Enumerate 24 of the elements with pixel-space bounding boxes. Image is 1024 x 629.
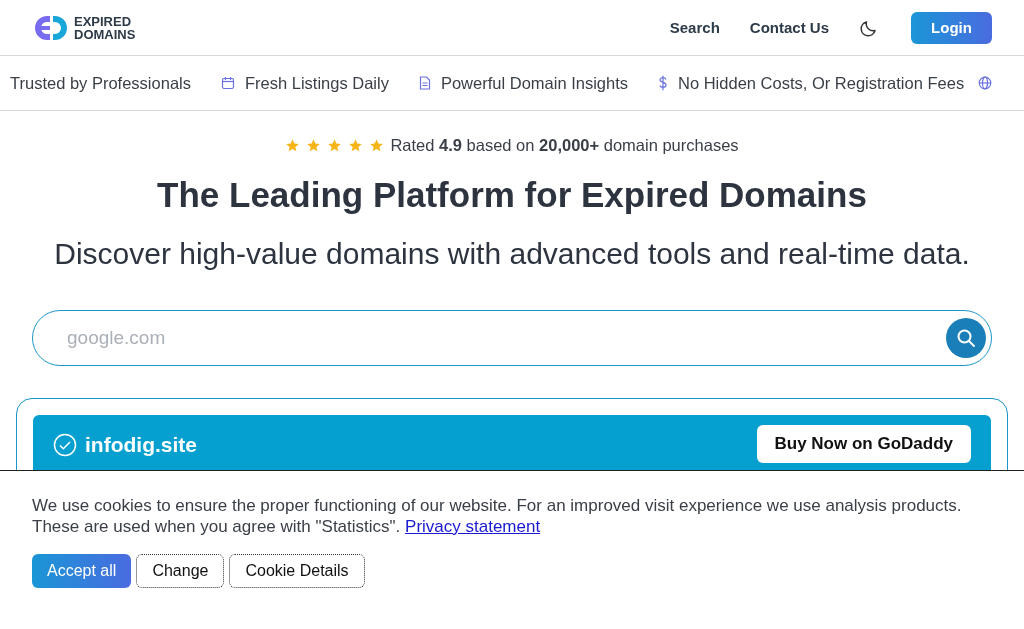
document-icon [418, 76, 431, 90]
cookie-button[interactable]: Cookie Details [229, 554, 365, 588]
login-button[interactable]: Login [911, 11, 992, 44]
feature-text: Fresh Listings Daily [244, 73, 389, 93]
page-title: The Leading Platform for Expired Domains [156, 175, 868, 215]
privacy-link[interactable]: Privacy statement [405, 517, 541, 536]
search-field[interactable]: google.com [32, 310, 992, 366]
globe-icon [978, 76, 993, 90]
rating-text: Rated 4.9 based on 20,000+ domain purchases [390, 136, 739, 155]
nav-link[interactable]: Contact Us [749, 19, 829, 36]
buy-button[interactable]: Buy Now on GoDaddy [756, 425, 971, 463]
cookie-button[interactable]: Change [136, 554, 225, 588]
dollar-icon [658, 75, 669, 91]
site-logo[interactable]: EXPIRED DOMAINS [32, 12, 136, 43]
page-subtitle: Discover high-value domains with advanced tools and real-time data. [53, 237, 971, 271]
cookie-notice-text: We use cookies to ensure the proper functioning of our website. For an improved visit experience we use analysis products. These are used when you agree with "Statistics". Privacy statement [32, 495, 962, 537]
cookie-button[interactable]: Accept all [32, 554, 132, 588]
search-icon [956, 328, 976, 348]
calendar-icon [220, 76, 235, 90]
nav-link[interactable]: Search [669, 19, 720, 36]
feature-text: Powerful Domain Insights [440, 73, 629, 93]
feature-text: No Hidden Costs, Or Registration Fees [678, 73, 965, 93]
feature-text: Trusted by Professionals [10, 73, 191, 93]
domain-name: infodig.site [85, 433, 197, 457]
